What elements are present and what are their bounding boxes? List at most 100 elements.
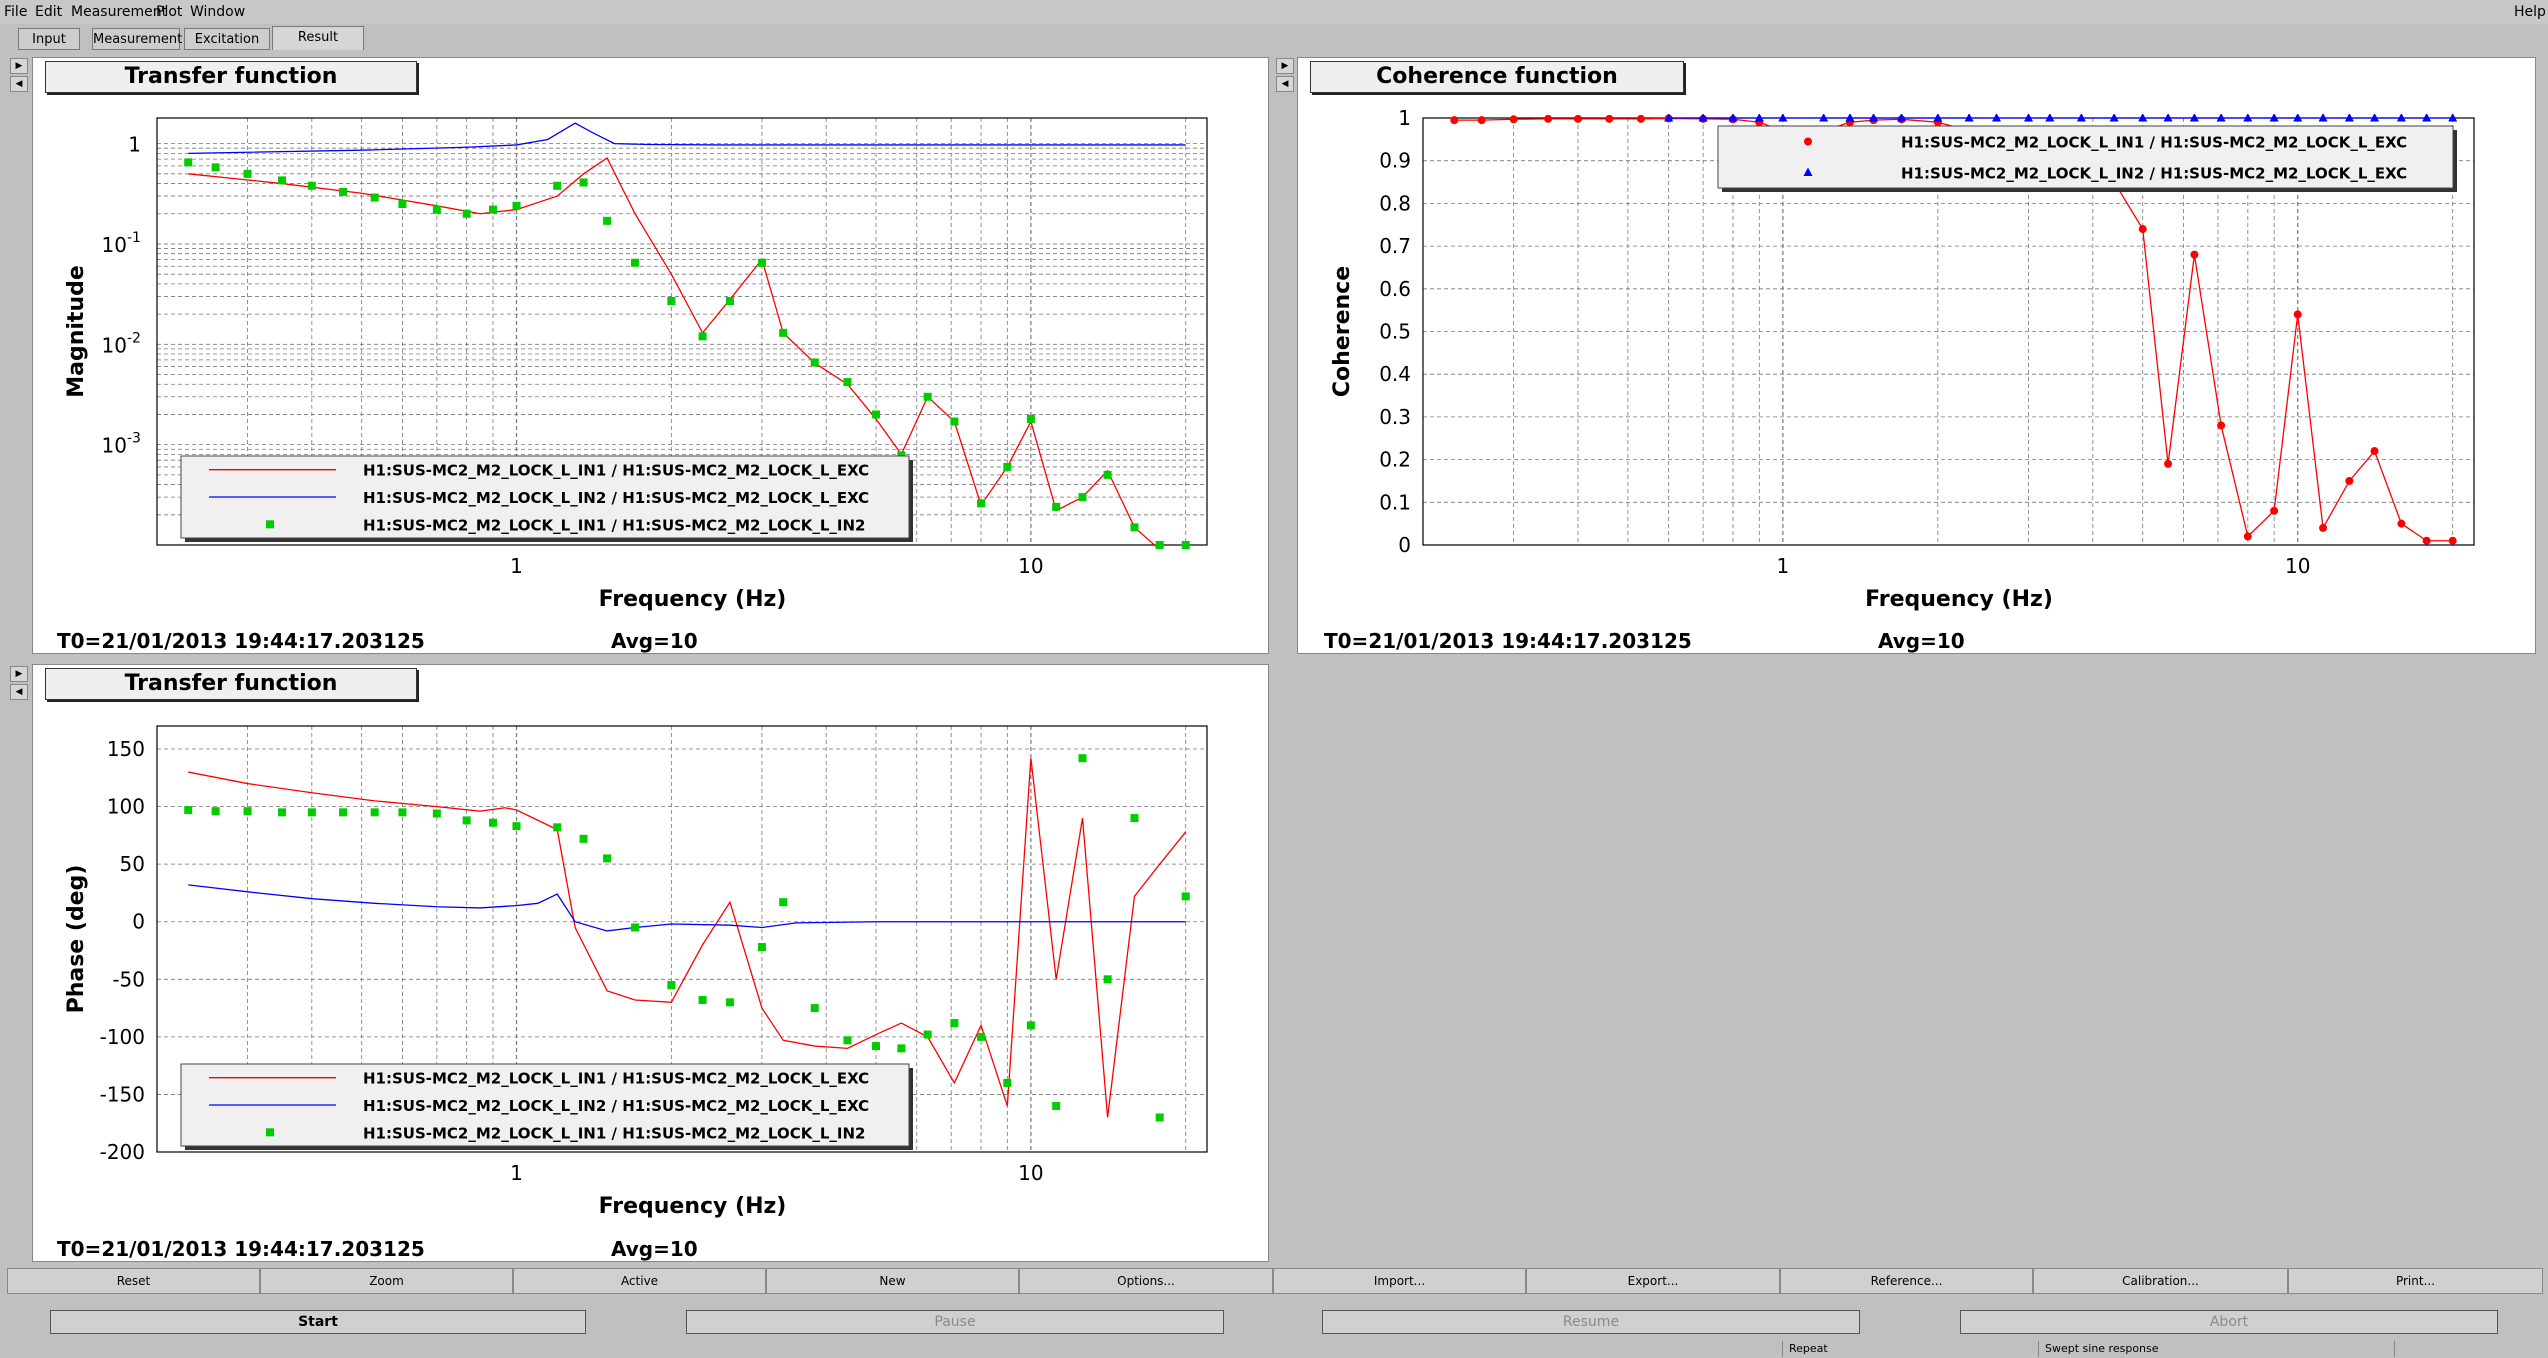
- tab-excitation[interactable]: Excitation: [184, 28, 270, 50]
- collapse-arrow-button[interactable]: ◀: [1276, 76, 1294, 92]
- abort-button[interactable]: Abort: [1960, 1310, 2498, 1334]
- legend-marker: [266, 1128, 274, 1137]
- menu-help[interactable]: Help: [2514, 4, 2546, 20]
- data-point: [2109, 114, 2119, 122]
- menu-edit[interactable]: Edit: [35, 4, 62, 20]
- start-button[interactable]: Start: [50, 1310, 586, 1334]
- y-tick-label: 0.3: [1379, 405, 1411, 429]
- menu-measurement[interactable]: Measurement: [71, 4, 167, 20]
- data-point: [1181, 892, 1190, 901]
- x-axis-label: Frequency (Hz): [1865, 587, 2053, 612]
- collapse-arrow-button[interactable]: ◀: [10, 76, 28, 92]
- active-button[interactable]: Active: [513, 1268, 766, 1294]
- data-point: [1130, 814, 1139, 823]
- data-point: [2189, 114, 2199, 122]
- print-button[interactable]: Print...: [2288, 1268, 2543, 1294]
- coherence-chart[interactable]: 1 10 0 0.1 0.2 0.3 0.4 0.5 0.6 0.7 0.8 0.9 1 Frequenc…: [1298, 58, 2537, 655]
- tab-measurement[interactable]: Measurement: [92, 28, 182, 50]
- legend: H1:SUS-MC2_M2_LOCK_L_IN1 / H1:SUS-MC2_M2…: [1717, 125, 2457, 192]
- plot-toolbar: Reset Zoom Active New Options... Import.…: [7, 1268, 2543, 1294]
- data-point: [553, 181, 562, 190]
- data-point: [243, 807, 252, 816]
- legend-marker: [266, 520, 274, 529]
- expand-arrow-button[interactable]: ▶: [10, 58, 28, 74]
- magnitude-chart[interactable]: 1 10110 -110 -210 -3Frequency (Hz)MagnitudeH…: [33, 58, 1270, 655]
- data-point: [603, 216, 612, 225]
- data-point: [950, 417, 959, 426]
- data-point: [779, 328, 788, 337]
- y-axis-label: Magnitude: [64, 265, 89, 398]
- data-point: [211, 807, 220, 816]
- data-point: [779, 898, 788, 907]
- coherence-plot-panel: Coherence function 1 10 0 0.1 0.2 0.3 0.4 0.5 0.…: [1297, 57, 2536, 654]
- pause-button[interactable]: Pause: [686, 1310, 1224, 1334]
- y-tick-text: 1: [128, 133, 141, 157]
- data-point: [1778, 114, 1788, 122]
- t0-label: T0=21/01/2013 19:44:17.203125: [57, 629, 425, 653]
- expand-arrow-button[interactable]: ▶: [1276, 58, 1294, 74]
- data-point: [757, 258, 766, 267]
- data-point: [897, 1044, 906, 1053]
- phase-chart[interactable]: 1 10 150 100 50 0 -50 -100 -150 -200 Frequency (Hz…: [33, 665, 1270, 1263]
- y-tick-label: 0.9: [1379, 149, 1411, 173]
- data-point: [977, 1032, 986, 1041]
- status-empty: [2394, 1341, 2548, 1357]
- export-button[interactable]: Export...: [1526, 1268, 1780, 1294]
- legend-label: H1:SUS-MC2_M2_LOCK_L_IN2 / H1:SUS-MC2_M2…: [1901, 165, 2407, 183]
- tab-bar: Input Measurement Excitation Result: [0, 26, 400, 52]
- reset-button[interactable]: Reset: [7, 1268, 260, 1294]
- data-point: [2216, 114, 2226, 122]
- data-point: [843, 378, 852, 387]
- data-point: [1130, 523, 1139, 532]
- data-point: [432, 809, 441, 818]
- data-point: [810, 358, 819, 367]
- menu-window[interactable]: Window: [190, 4, 245, 20]
- data-point: [2163, 114, 2173, 122]
- y-tick-label: 0.1: [1379, 490, 1411, 514]
- data-point: [872, 410, 881, 419]
- data-point: [1155, 541, 1164, 549]
- y-tick-exponent: -1: [127, 230, 141, 246]
- tab-result[interactable]: Result: [272, 26, 364, 50]
- data-point: [757, 943, 766, 952]
- data-point: [923, 392, 932, 401]
- y-tick-label: 150: [107, 737, 145, 761]
- tab-input[interactable]: Input: [18, 28, 80, 50]
- data-point: [2344, 114, 2354, 122]
- zoom-button[interactable]: Zoom: [260, 1268, 513, 1294]
- data-point: [2164, 459, 2173, 468]
- y-tick-label: 50: [120, 852, 145, 876]
- options-button[interactable]: Options...: [1019, 1268, 1273, 1294]
- legend-marker: [1804, 137, 1812, 146]
- y-tick-label: 0.6: [1379, 277, 1411, 301]
- menu-plot[interactable]: Plot: [156, 4, 182, 20]
- avg-label: Avg=10: [611, 629, 698, 653]
- new-button[interactable]: New: [766, 1268, 1019, 1294]
- reference-button[interactable]: Reference...: [1780, 1268, 2033, 1294]
- data-point: [339, 187, 348, 196]
- t0-label: T0=21/01/2013 19:44:17.203125: [1324, 629, 1692, 653]
- data-point: [977, 499, 986, 508]
- data-point: [579, 834, 588, 843]
- y-tick-exponent: -2: [127, 330, 141, 346]
- data-point: [184, 806, 193, 815]
- y-tick-base: 10: [102, 333, 127, 357]
- collapse-arrow-button[interactable]: ◀: [10, 684, 28, 700]
- y-tick-base: 10: [102, 434, 127, 458]
- calibration-button[interactable]: Calibration...: [2033, 1268, 2288, 1294]
- data-point: [398, 200, 407, 209]
- data-point: [2269, 114, 2279, 122]
- data-point: [1636, 114, 1645, 123]
- expand-arrow-button[interactable]: ▶: [10, 666, 28, 682]
- menu-file[interactable]: File: [4, 4, 27, 20]
- y-axis-label: Coherence: [1330, 266, 1355, 397]
- data-point: [1544, 114, 1553, 123]
- data-point: [1026, 1021, 1035, 1030]
- data-point: [1819, 114, 1829, 122]
- avg-label: Avg=10: [1878, 629, 1965, 653]
- resume-button[interactable]: Resume: [1322, 1310, 1860, 1334]
- y-tick-base: 10: [102, 233, 127, 257]
- data-point: [1933, 114, 1943, 122]
- import-button[interactable]: Import...: [1273, 1268, 1526, 1294]
- data-point: [1181, 541, 1190, 549]
